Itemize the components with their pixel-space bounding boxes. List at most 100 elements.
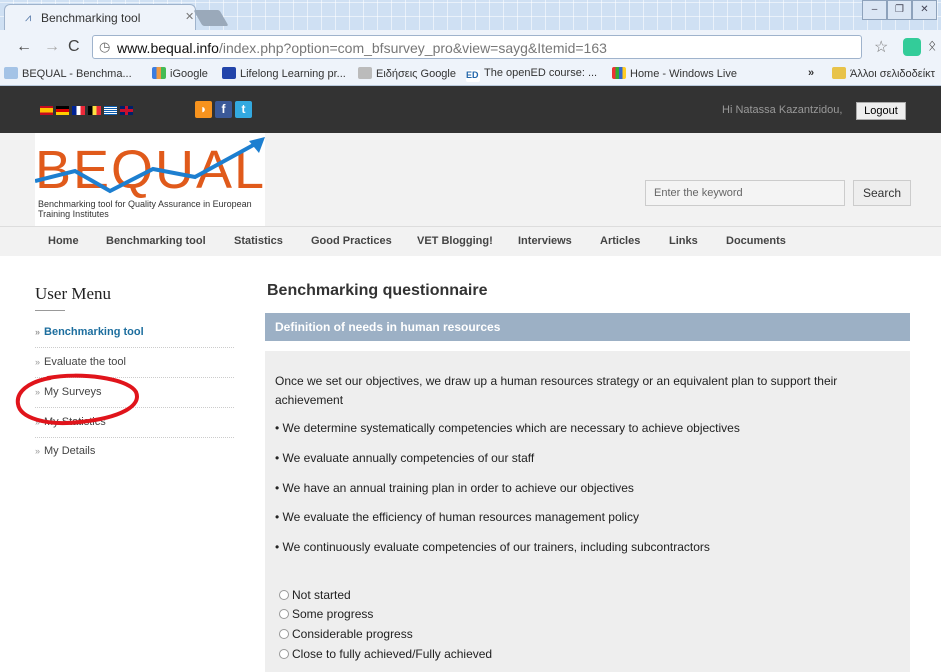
folder-icon xyxy=(832,67,846,79)
nav-links[interactable]: Links xyxy=(669,235,698,247)
bookmark-label: BEQUAL - Benchma... xyxy=(22,68,132,80)
chevron-right-icon: » xyxy=(35,357,41,367)
nav-home[interactable]: Home xyxy=(48,235,79,247)
radio-button[interactable] xyxy=(279,609,289,619)
rss-icon[interactable]: ◗ xyxy=(195,101,212,118)
facebook-icon[interactable]: f xyxy=(215,101,232,118)
red-annotation-circle xyxy=(15,373,139,425)
user-menu-divider xyxy=(35,310,65,311)
bookmark-label: Home - Windows Live xyxy=(630,68,737,80)
browser-tab[interactable]: ⩘ Benchmarking tool ✕ xyxy=(4,4,196,30)
greece-flag-icon[interactable] xyxy=(104,106,117,115)
twitter-icon[interactable]: t xyxy=(235,101,252,118)
page-icon: ◷ xyxy=(99,39,111,54)
question-bullet: • We evaluate annually competencies of o… xyxy=(275,451,535,465)
chevron-right-icon: » xyxy=(35,327,41,337)
uk-flag-icon[interactable] xyxy=(120,106,133,115)
question-bullet: • We evaluate the efficiency of human re… xyxy=(275,510,639,524)
spain-flag-icon[interactable] xyxy=(40,106,53,115)
browser-toolbar: ← → C ◷ www.bequal.info/index.php?option… xyxy=(0,30,941,64)
search-button[interactable]: Search xyxy=(853,180,911,206)
question-bullet: • We determine systematically competenci… xyxy=(275,421,740,435)
bookmark-other-folder[interactable]: Άλλοι σελιδοδείκτ xyxy=(832,67,935,80)
nav-interviews[interactable]: Interviews xyxy=(518,235,572,247)
france-flag-icon[interactable] xyxy=(72,106,85,115)
radio-option-not-started[interactable]: Not started xyxy=(279,588,351,602)
bookmark-star-icon[interactable]: ☆ xyxy=(874,37,888,57)
bookmark-label: iGoogle xyxy=(170,68,208,80)
reload-icon[interactable]: C xyxy=(68,38,80,56)
nav-documents[interactable]: Documents xyxy=(726,235,786,247)
nav-good-practices[interactable]: Good Practices xyxy=(311,235,392,247)
wrench-menu-icon[interactable]: ᛟ xyxy=(928,37,936,53)
minimize-icon[interactable]: – xyxy=(862,0,887,20)
bookmark-windows-live[interactable]: Home - Windows Live xyxy=(612,67,737,80)
url-path: /index.php?option=com_bfsurvey_pro&view=… xyxy=(218,40,607,56)
social-icons: ◗ f t xyxy=(195,101,252,118)
sidebar-item-label: Evaluate the tool xyxy=(44,356,126,368)
bookmark-label: Ειδήσεις Google xyxy=(376,68,456,80)
nav-benchmarking-tool[interactable]: Benchmarking tool xyxy=(106,235,206,247)
language-flags xyxy=(40,106,133,115)
close-window-icon[interactable]: ✕ xyxy=(912,0,937,20)
news-icon xyxy=(358,67,372,79)
sidebar-item-label: My Details xyxy=(44,445,96,457)
maximize-icon[interactable]: ❐ xyxy=(887,0,912,20)
tab-title: Benchmarking tool xyxy=(41,11,141,25)
radio-button[interactable] xyxy=(279,629,289,639)
radio-option-some-progress[interactable]: Some progress xyxy=(279,607,373,621)
chart-icon xyxy=(4,67,18,79)
bookmark-bequal[interactable]: BEQUAL - Benchma... xyxy=(4,67,132,80)
radio-button[interactable] xyxy=(279,590,289,600)
address-bar[interactable]: ◷ www.bequal.info/index.php?option=com_b… xyxy=(92,35,862,59)
close-tab-icon[interactable]: ✕ xyxy=(185,10,194,23)
search-input[interactable]: Enter the keyword xyxy=(645,180,845,206)
eu-flag-icon xyxy=(222,67,236,79)
radio-option-fully-achieved[interactable]: Close to fully achieved/Fully achieved xyxy=(279,647,492,661)
radio-option-considerable-progress[interactable]: Considerable progress xyxy=(279,627,413,641)
address-url: www.bequal.info/index.php?option=com_bfs… xyxy=(117,40,607,56)
sidebar-item-benchmarking-tool[interactable]: » Benchmarking tool xyxy=(35,318,234,348)
browser-tab-strip: ⩘ Benchmarking tool ✕ – ❐ ✕ xyxy=(0,0,941,30)
radio-label: Some progress xyxy=(292,607,374,621)
bookmark-igoogle[interactable]: iGoogle xyxy=(152,67,208,80)
logo-arrow-icon xyxy=(35,137,265,194)
opened-icon: ED xyxy=(466,70,480,82)
radio-label: Not started xyxy=(292,588,351,602)
new-tab-button[interactable] xyxy=(193,10,229,26)
chevron-right-icon: » xyxy=(35,446,41,456)
forward-arrow-icon[interactable]: → xyxy=(44,38,60,56)
bookmarks-bar: BEQUAL - Benchma... iGoogle Lifelong Lea… xyxy=(0,64,941,86)
bequal-logo[interactable]: BEQUAL Benchmarking tool for Quality Ass… xyxy=(35,133,265,226)
section-header: Definition of needs in human resources xyxy=(265,313,910,341)
radio-label: Close to fully achieved/Fully achieved xyxy=(292,647,493,661)
nav-statistics[interactable]: Statistics xyxy=(234,235,283,247)
question-text: Once we set our objectives, we draw up a… xyxy=(275,374,838,407)
nav-vet-blogging[interactable]: VET Blogging! xyxy=(417,235,493,247)
extension-icon[interactable] xyxy=(903,38,921,56)
user-menu-title: User Menu xyxy=(35,284,112,303)
bookmark-opened-course[interactable]: ED The openED course: ... xyxy=(466,67,597,82)
sidebar-item-my-details[interactable]: » My Details xyxy=(35,437,234,467)
questionnaire-title: Benchmarking questionnaire xyxy=(267,282,488,299)
logout-button[interactable]: Logout xyxy=(856,102,906,120)
bookmark-label: Lifelong Learning pr... xyxy=(240,68,346,80)
question-bullet: • We continuously evaluate competencies … xyxy=(275,540,710,554)
url-domain: www.bequal.info xyxy=(117,40,219,56)
radio-button[interactable] xyxy=(279,649,289,659)
bookmark-lifelong-learning[interactable]: Lifelong Learning pr... xyxy=(222,67,346,80)
bookmarks-overflow-chevron[interactable]: » xyxy=(808,67,814,79)
sidebar-item-label: Benchmarking tool xyxy=(44,326,144,338)
germany-flag-icon[interactable] xyxy=(56,106,69,115)
logo-tagline: Benchmarking tool for Quality Assurance … xyxy=(38,199,252,219)
igoogle-icon xyxy=(152,67,166,79)
radio-label: Considerable progress xyxy=(292,627,413,641)
bookmark-google-news[interactable]: Ειδήσεις Google xyxy=(358,67,456,80)
nav-articles[interactable]: Articles xyxy=(600,235,640,247)
belgium-flag-icon[interactable] xyxy=(88,106,101,115)
site-header: BEQUAL Benchmarking tool for Quality Ass… xyxy=(0,133,941,226)
window-controls: – ❐ ✕ xyxy=(862,0,937,20)
back-arrow-icon[interactable]: ← xyxy=(16,38,32,56)
bookmark-label: Άλλοι σελιδοδείκτ xyxy=(850,68,935,80)
question-bullet: • We have an annual training plan in ord… xyxy=(275,481,634,495)
